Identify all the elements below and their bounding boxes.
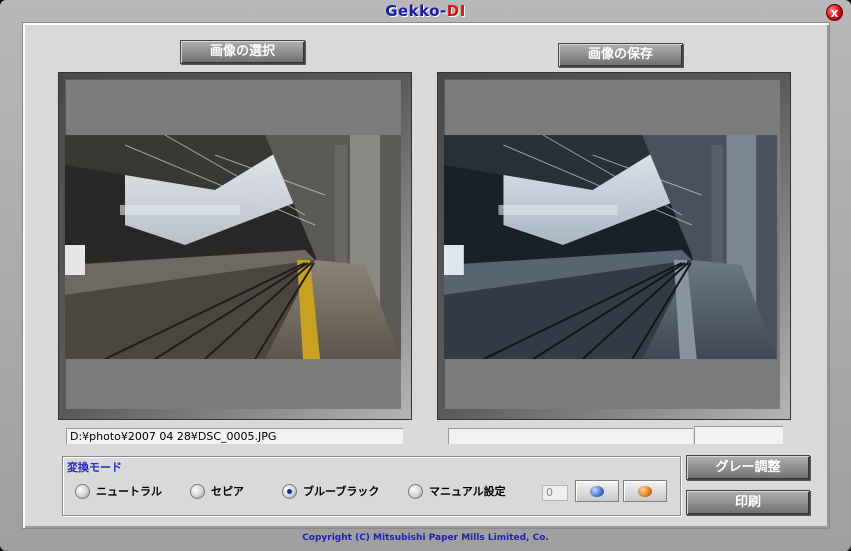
source-image-area <box>65 79 401 409</box>
radio-neutral-button[interactable] <box>75 483 90 499</box>
copyright-text: Copyright (C) Mitsubishi Paper Mills Lim… <box>302 533 549 543</box>
app-window: Gekko-DI x 画像の選択 画像の保存 D:¥photo¥2007 04 … <box>0 0 851 551</box>
gray-adjust-button[interactable]: グレー調整 <box>686 455 810 480</box>
title-bar: Gekko-DI <box>0 0 851 22</box>
select-image-button[interactable]: 画像の選択 <box>180 40 305 64</box>
radio-sepia[interactable]: セピア <box>190 481 244 501</box>
conversion-mode-label: 変換モード <box>67 461 122 474</box>
radio-manual-label: マニュアル設定 <box>429 485 506 498</box>
radio-neutral-label: ニュートラル <box>96 485 162 498</box>
source-photo <box>65 135 401 359</box>
save-image-button[interactable]: 画像の保存 <box>558 43 683 67</box>
output-photo <box>444 135 777 359</box>
app-title-main: Gekko- <box>385 2 447 20</box>
source-image-frame <box>58 72 412 420</box>
radio-manual-button[interactable] <box>408 483 423 499</box>
close-icon[interactable]: x <box>826 4 843 21</box>
radio-sepia-label: セピア <box>211 485 244 498</box>
app-title-accent: DI <box>446 2 466 20</box>
radio-manual[interactable]: マニュアル設定 <box>408 481 506 501</box>
radio-blue-black-label: ブルーブラック <box>303 485 380 498</box>
output-image-frame <box>437 72 791 420</box>
output-path-field <box>448 428 693 444</box>
blue-ball-icon <box>590 485 604 497</box>
orange-ball-button[interactable] <box>623 480 667 502</box>
radio-blue-black-button[interactable] <box>282 483 297 499</box>
radio-sepia-button[interactable] <box>190 483 205 499</box>
source-path-field: D:¥photo¥2007 04 28¥DSC_0005.JPG <box>66 428 403 444</box>
output-path-extra <box>694 426 783 444</box>
output-image-area <box>444 79 780 409</box>
app-title: Gekko-DI <box>385 2 466 20</box>
print-button[interactable]: 印刷 <box>686 490 810 515</box>
radio-blue-black[interactable]: ブルーブラック <box>282 481 379 501</box>
blue-ball-button[interactable] <box>575 480 619 502</box>
orange-ball-icon <box>638 485 652 497</box>
radio-neutral[interactable]: ニュートラル <box>75 481 162 501</box>
manual-value-field[interactable]: 0 <box>542 485 568 501</box>
